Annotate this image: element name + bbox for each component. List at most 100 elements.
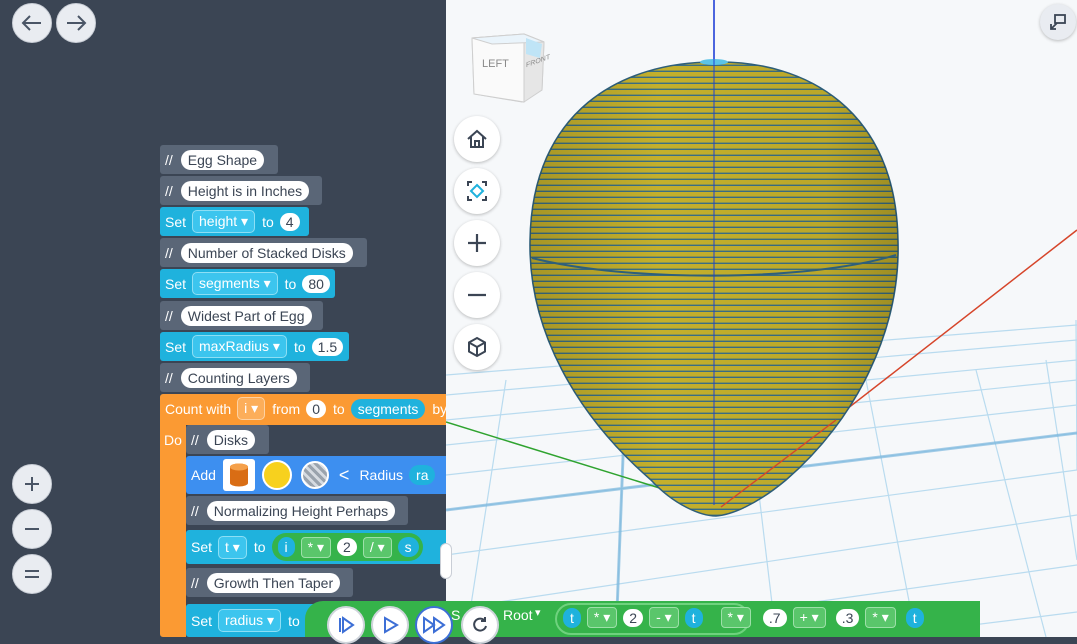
comment-block[interactable]: // Height is in Inches bbox=[160, 176, 322, 205]
comment-block[interactable]: // Growth Then Taper bbox=[186, 568, 353, 597]
variable-dropdown[interactable]: segments ▾ bbox=[192, 272, 278, 295]
operator-symbol: * bbox=[593, 609, 600, 625]
code-blocks-panel[interactable]: // Egg Shape // Height is in Inches Set … bbox=[0, 0, 446, 637]
operator-dropdown[interactable]: * ▾ bbox=[865, 607, 896, 628]
operand-number[interactable]: .3 bbox=[835, 608, 860, 627]
set-maxradius-block[interactable]: Set maxRadius ▾ to 1.5 bbox=[160, 332, 349, 361]
comment-mark: // bbox=[165, 244, 173, 261]
set-height-block[interactable]: Set height ▾ to 4 bbox=[160, 207, 309, 236]
fast-forward-button[interactable] bbox=[415, 606, 453, 644]
operand-variable[interactable]: i bbox=[277, 537, 295, 557]
operator-dropdown[interactable]: / ▾ bbox=[362, 536, 392, 558]
comment-mark: // bbox=[165, 307, 173, 324]
view-cube-left-label: LEFT bbox=[482, 58, 509, 70]
comment-text[interactable]: Egg Shape bbox=[180, 149, 265, 170]
play-button[interactable] bbox=[371, 606, 409, 644]
zoom-in-view-button[interactable] bbox=[454, 220, 500, 266]
shape-selector[interactable] bbox=[222, 459, 255, 491]
collapse-arrow-icon[interactable]: < bbox=[339, 465, 350, 486]
fit-view-button[interactable] bbox=[454, 168, 500, 214]
home-view-button[interactable] bbox=[454, 116, 500, 162]
set-keyword: Set bbox=[191, 612, 213, 629]
operator-dropdown[interactable]: * ▾ bbox=[300, 536, 332, 558]
operand-number[interactable]: 2 bbox=[623, 608, 644, 627]
undo-button[interactable] bbox=[12, 3, 52, 43]
zoom-out-button[interactable] bbox=[12, 509, 52, 549]
perspective-toggle-button[interactable] bbox=[454, 324, 500, 370]
radius-variable[interactable]: ra bbox=[409, 465, 436, 485]
comment-block[interactable]: // Counting Layers bbox=[160, 363, 310, 392]
operator-dropdown[interactable]: * ▾ bbox=[720, 607, 751, 628]
operator-symbol: * bbox=[727, 609, 733, 625]
set-segments-block[interactable]: Set segments ▾ to 80 bbox=[160, 269, 335, 298]
operand-number[interactable]: .7 bbox=[762, 608, 787, 627]
function-dropdown[interactable]: Root bbox=[503, 607, 533, 623]
redo-button[interactable] bbox=[56, 3, 96, 43]
operand-variable[interactable]: t bbox=[905, 607, 924, 628]
comment-text[interactable]: Height is in Inches bbox=[180, 180, 310, 201]
operator-dropdown[interactable]: + ▾ bbox=[792, 607, 826, 628]
set-keyword: Set bbox=[165, 338, 187, 355]
hole-swatch[interactable] bbox=[300, 461, 329, 489]
variable-dropdown[interactable]: maxRadius ▾ bbox=[192, 335, 287, 358]
do-keyword: Do bbox=[164, 432, 182, 448]
math-expression[interactable]: i * ▾ 2 / ▾ s bbox=[271, 533, 423, 561]
set-keyword: Set bbox=[165, 213, 187, 230]
comment-mark: // bbox=[191, 574, 199, 591]
operator-symbol: + bbox=[799, 609, 808, 625]
operator-dropdown[interactable]: * ▾ bbox=[586, 607, 618, 628]
variable-name: height bbox=[199, 213, 238, 229]
end-variable[interactable]: segments bbox=[350, 398, 426, 419]
zoom-out-view-button[interactable] bbox=[454, 272, 500, 318]
value-input[interactable]: 80 bbox=[302, 274, 330, 293]
operand-variable[interactable]: t bbox=[684, 607, 703, 628]
operand-variable[interactable]: s bbox=[397, 537, 419, 557]
value-input[interactable]: 1.5 bbox=[311, 337, 344, 356]
comment-block[interactable]: // Egg Shape bbox=[160, 145, 278, 174]
redo-arrow-icon bbox=[67, 15, 87, 31]
comment-block[interactable]: // Widest Part of Egg bbox=[160, 301, 323, 330]
color-swatch[interactable] bbox=[261, 460, 292, 490]
operator-symbol: * bbox=[872, 609, 878, 625]
fit-to-view-icon bbox=[467, 181, 487, 201]
chevron-down-icon: ▾ bbox=[535, 607, 541, 619]
operator-symbol: * bbox=[307, 538, 314, 555]
comment-text[interactable]: Growth Then Taper bbox=[206, 572, 341, 593]
set-keyword: Set bbox=[191, 539, 213, 555]
operator-dropdown[interactable]: - ▾ bbox=[649, 607, 679, 628]
panel-splitter-handle[interactable] bbox=[440, 543, 452, 579]
zoom-in-button[interactable] bbox=[12, 464, 52, 504]
operator-symbol: / bbox=[369, 538, 374, 555]
comment-text[interactable]: Normalizing Height Perhaps bbox=[206, 500, 396, 521]
comment-text[interactable]: Disks bbox=[206, 429, 256, 450]
operand-number[interactable]: 2 bbox=[337, 538, 357, 556]
variable-name: i bbox=[244, 400, 248, 416]
variable-dropdown[interactable]: height ▾ bbox=[192, 210, 256, 233]
step-button[interactable] bbox=[327, 606, 365, 644]
view-cube[interactable]: LEFT FRONT bbox=[468, 28, 550, 108]
comment-text[interactable]: Widest Part of Egg bbox=[180, 305, 312, 326]
variable-dropdown[interactable]: t ▾ bbox=[218, 535, 247, 559]
value-input[interactable]: 4 bbox=[279, 212, 300, 231]
3d-viewport[interactable]: LEFT FRONT bbox=[446, 0, 1077, 637]
reset-button[interactable] bbox=[461, 606, 499, 644]
to-keyword: to bbox=[284, 275, 297, 292]
zoom-reset-button[interactable] bbox=[12, 554, 52, 594]
add-shape-block[interactable]: Add < Radius ra bbox=[186, 456, 446, 494]
set-t-block[interactable]: Set t ▾ to i * ▾ 2 / ▾ s bbox=[186, 530, 446, 564]
operand-variable[interactable]: t bbox=[563, 607, 581, 628]
comment-text[interactable]: Number of Stacked Disks bbox=[180, 242, 353, 263]
from-keyword: from bbox=[272, 400, 301, 417]
comment-block[interactable]: // Number of Stacked Disks bbox=[160, 238, 367, 267]
variable-dropdown[interactable]: radius ▾ bbox=[218, 609, 282, 632]
comment-block[interactable]: // Normalizing Height Perhaps bbox=[186, 496, 408, 525]
start-value-input[interactable]: 0 bbox=[306, 399, 326, 418]
expand-view-button[interactable] bbox=[1040, 4, 1076, 40]
to-keyword: to bbox=[333, 400, 345, 417]
comment-block[interactable]: // Disks bbox=[186, 425, 269, 454]
operator-symbol: - bbox=[656, 609, 661, 625]
comment-text[interactable]: Counting Layers bbox=[180, 367, 297, 388]
minus-icon bbox=[25, 528, 39, 530]
comment-mark: // bbox=[191, 502, 199, 519]
loop-variable-dropdown[interactable]: i ▾ bbox=[237, 397, 266, 420]
